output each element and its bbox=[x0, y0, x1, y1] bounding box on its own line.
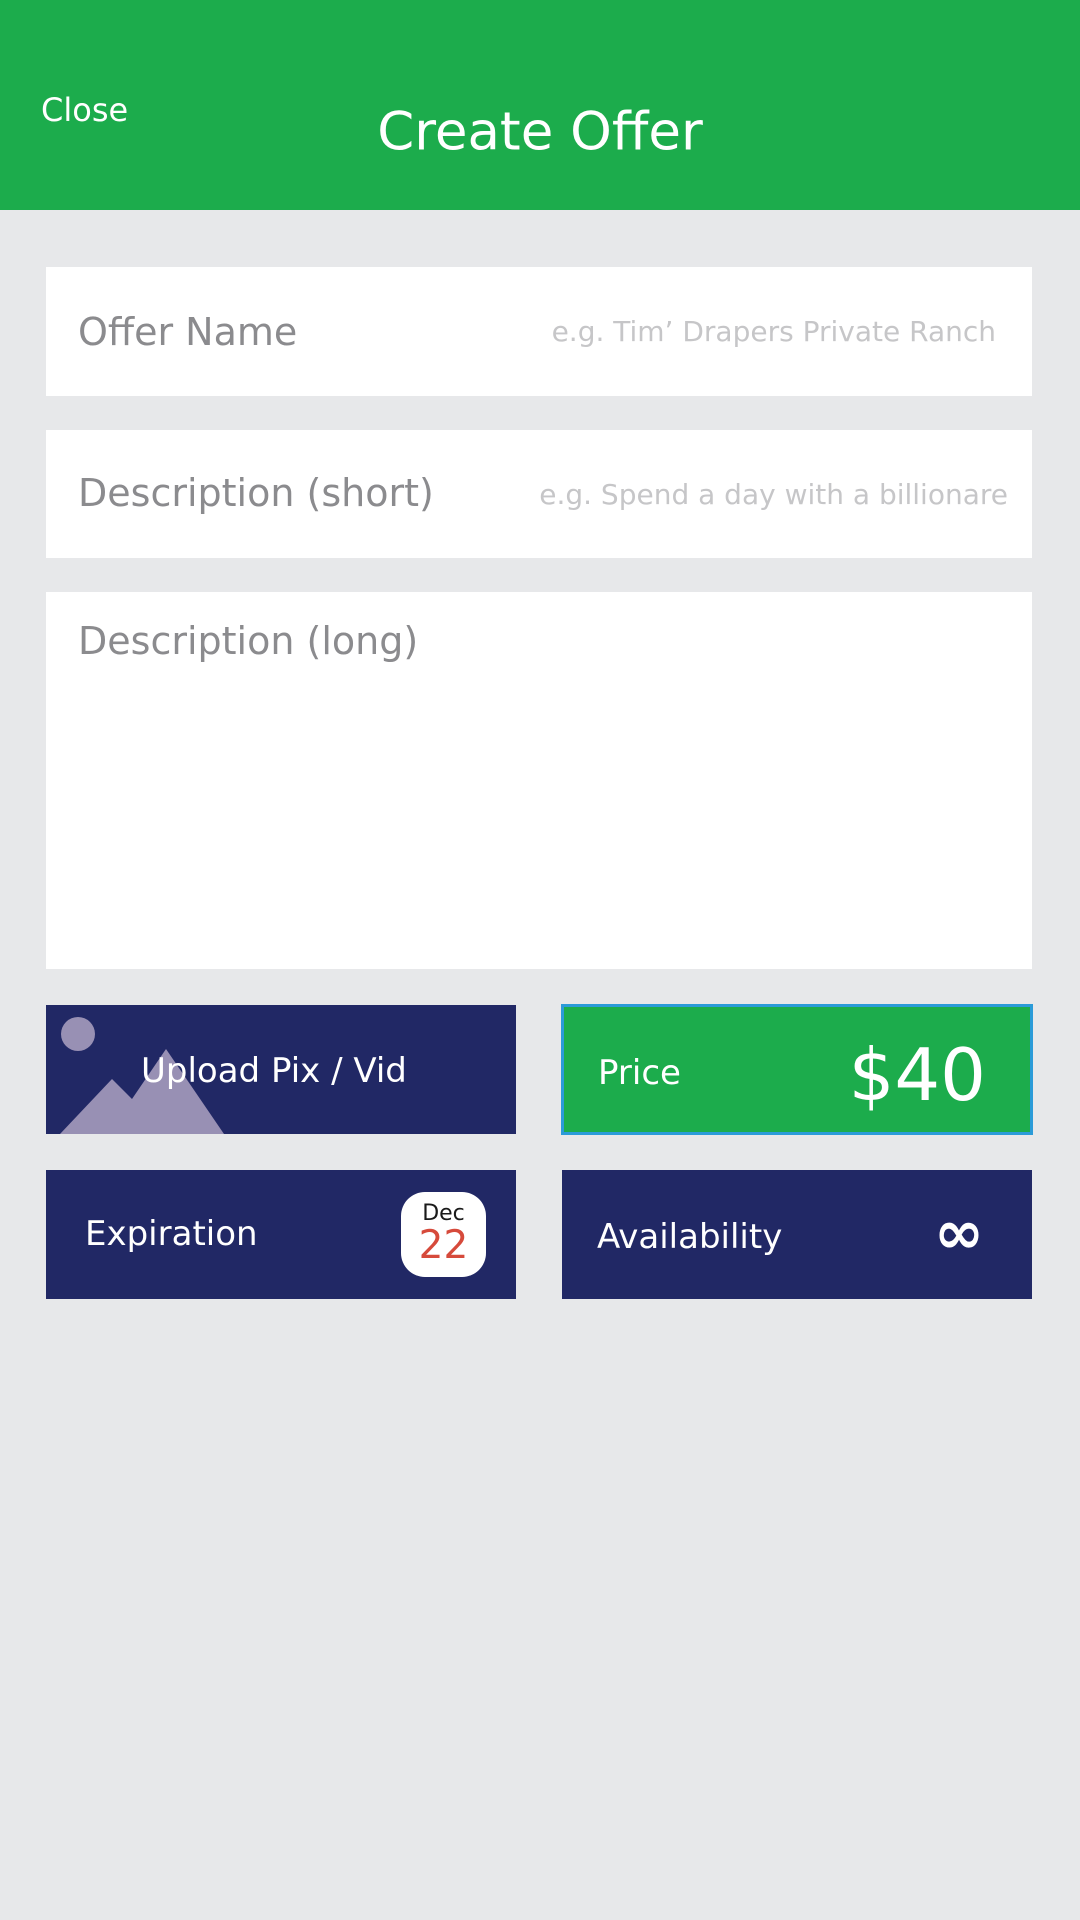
offer-name-field[interactable]: Offer Name bbox=[46, 267, 1032, 396]
expiration-label: Expiration bbox=[85, 1214, 258, 1254]
price-label: Price bbox=[598, 1053, 681, 1093]
availability-label: Availability bbox=[597, 1217, 783, 1257]
upload-media-label: Upload Pix / Vid bbox=[141, 1051, 407, 1091]
offer-name-label: Offer Name bbox=[78, 310, 298, 354]
page-title: Create Offer bbox=[377, 101, 703, 163]
app-header: Close Create Offer bbox=[0, 0, 1080, 210]
description-short-label: Description (short) bbox=[78, 471, 434, 515]
price-value: $40 bbox=[848, 1033, 986, 1117]
description-long-label: Description (long) bbox=[78, 619, 419, 663]
calendar-icon: Dec 22 bbox=[401, 1192, 486, 1277]
expiration-button[interactable]: Expiration Dec 22 bbox=[46, 1170, 516, 1299]
description-long-field[interactable]: Description (long) bbox=[46, 592, 1032, 969]
infinity-icon: ∞ bbox=[934, 1198, 984, 1268]
description-short-field[interactable]: Description (short) bbox=[46, 430, 1032, 558]
offer-name-input[interactable] bbox=[526, 267, 996, 396]
description-short-input[interactable] bbox=[518, 430, 1008, 558]
price-button[interactable]: Price $40 bbox=[561, 1004, 1033, 1135]
calendar-day: 22 bbox=[418, 1223, 469, 1268]
availability-button[interactable]: Availability ∞ bbox=[562, 1170, 1032, 1299]
upload-media-button[interactable]: Upload Pix / Vid bbox=[46, 1005, 516, 1134]
